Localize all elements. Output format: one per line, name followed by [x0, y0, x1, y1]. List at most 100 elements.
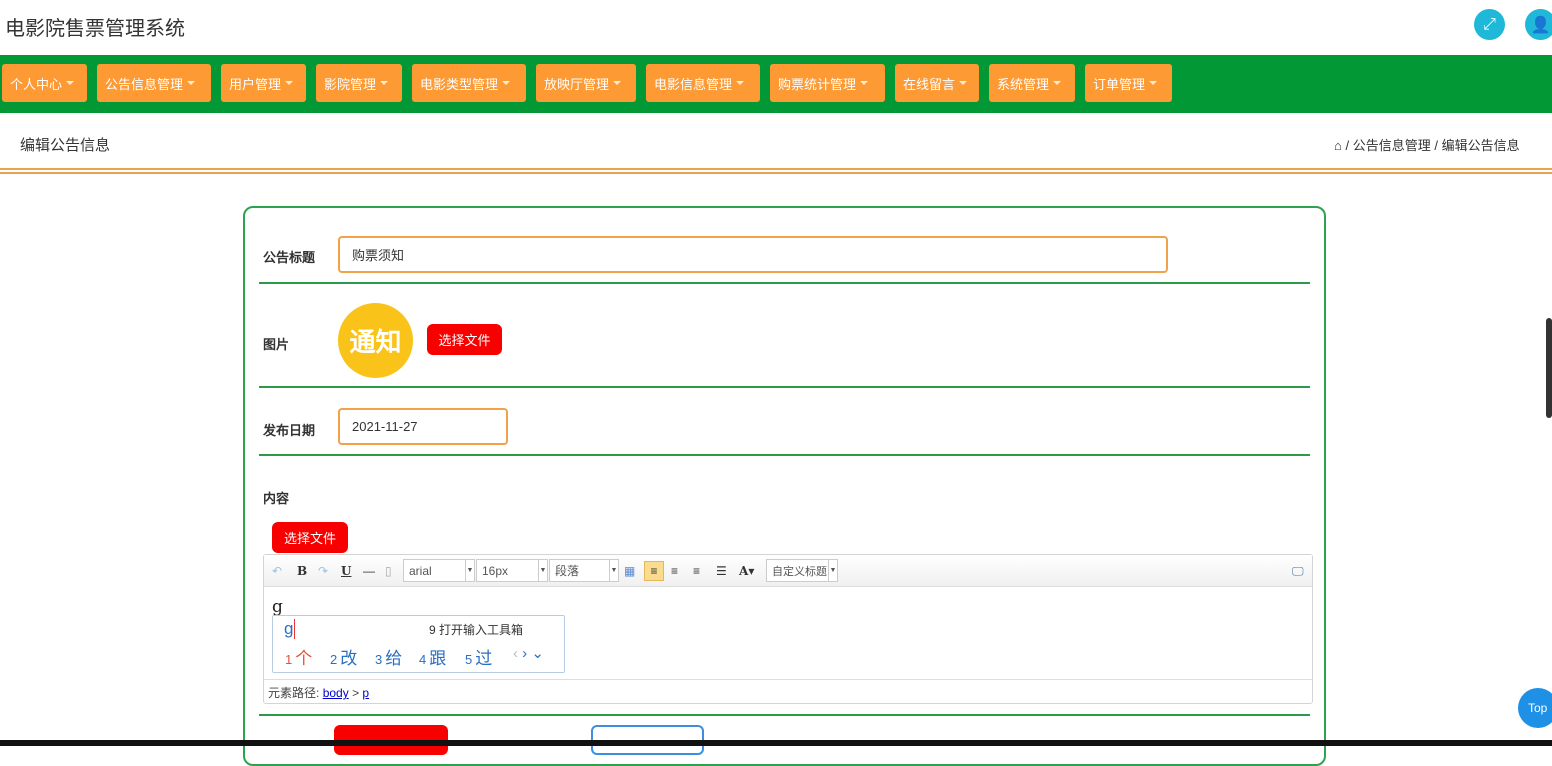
choose-image-button[interactable]: 选择文件	[427, 324, 502, 355]
page-title: 编辑公告信息	[20, 137, 111, 154]
user-icon[interactable]: 👤	[1525, 9, 1552, 40]
divider	[259, 454, 1310, 456]
caret-down-icon	[380, 81, 389, 85]
nav-movie-type-management[interactable]: 电影类型管理	[412, 64, 526, 102]
breadcrumb-item: 编辑公告信息	[1441, 138, 1520, 153]
undo-icon[interactable]: ↶	[272, 561, 282, 581]
caret-down-icon	[1053, 81, 1062, 85]
nav-personal-center[interactable]: 个人中心	[2, 64, 87, 102]
nav-label: 购票统计管理	[778, 76, 857, 92]
align-justify-icon[interactable]: ☰	[716, 561, 727, 581]
page-icon[interactable]: ▯	[385, 561, 392, 581]
nav-label: 在线留言	[903, 76, 956, 92]
dropdown-arrow-icon: ▼	[465, 560, 474, 581]
bold-button[interactable]: B	[297, 561, 307, 581]
nav-user-management[interactable]: 用户管理	[221, 64, 306, 102]
editor-content[interactable]: g	[272, 597, 283, 617]
nav-movie-info-management[interactable]: 电影信息管理	[646, 64, 760, 102]
nav-hall-management[interactable]: 放映厅管理	[536, 64, 636, 102]
align-right-icon[interactable]: ≡	[671, 561, 678, 581]
path-separator: >	[352, 686, 360, 700]
title-label: 公告标题	[263, 250, 316, 265]
font-family-value: arial	[409, 563, 432, 578]
editor-toolbar: ↶ B ↷ U — ▯ arial ▼ 16px ▼ 段落 ▼ ▦ ≡ ≡ ≡ ☰ A…	[264, 555, 1312, 587]
ime-toolbox-link[interactable]: 9 打开输入工具箱	[429, 621, 523, 638]
candidate-number: 4	[419, 652, 427, 667]
nav-notice-management[interactable]: 公告信息管理	[97, 64, 211, 102]
path-p-link[interactable]: p	[362, 686, 369, 700]
divider	[259, 282, 1310, 284]
ime-candidate[interactable]: 2改	[330, 644, 357, 669]
nav-label: 公告信息管理	[105, 76, 184, 92]
candidate-number: 2	[330, 652, 338, 667]
custom-title-select[interactable]: 自定义标题 ▼	[766, 559, 838, 582]
nav-label: 放映厅管理	[544, 76, 610, 92]
caret-down-icon	[613, 81, 622, 85]
nav-system-management[interactable]: 系统管理	[989, 64, 1075, 102]
paragraph-select[interactable]: 段落 ▼	[549, 559, 619, 582]
path-body-link[interactable]: body	[323, 686, 349, 700]
dropdown-arrow-icon: ▼	[609, 560, 618, 581]
ime-candidate[interactable]: 4跟	[419, 644, 446, 669]
align-center-icon[interactable]: ≡	[693, 561, 700, 581]
ime-page-arrows-icon[interactable]: ‹ › ⌄	[513, 644, 544, 662]
candidate-char: 个	[295, 649, 313, 668]
date-label: 发布日期	[263, 423, 316, 438]
candidate-char: 给	[385, 649, 403, 668]
caret-down-icon	[187, 81, 196, 85]
nav-label: 电影信息管理	[654, 76, 733, 92]
ime-candidate[interactable]: 5过	[465, 644, 492, 669]
align-left-icon[interactable]: ≡	[644, 561, 664, 581]
candidate-char: 过	[475, 649, 493, 668]
breadcrumb-separator: /	[1434, 138, 1438, 153]
underline-button[interactable]: U	[341, 561, 351, 581]
main-nav: 个人中心 公告信息管理 用户管理 影院管理 电影类型管理 放映厅管理 电影信息管…	[0, 55, 1552, 113]
caret-down-icon	[1149, 81, 1158, 85]
candidate-char: 跟	[429, 649, 447, 668]
font-size-select[interactable]: 16px ▼	[476, 559, 548, 582]
preview-icon[interactable]: 🖵	[1292, 561, 1304, 581]
back-to-top-button[interactable]: Top	[1518, 688, 1552, 728]
divider	[259, 714, 1310, 716]
breadcrumb-item[interactable]: 公告信息管理	[1353, 138, 1431, 153]
font-color-button[interactable]: A ▾	[739, 561, 754, 581]
dropdown-arrow-icon: ▼	[538, 560, 547, 581]
nav-ticket-stats-management[interactable]: 购票统计管理	[770, 64, 885, 102]
font-size-value: 16px	[482, 563, 509, 578]
header: 电影院售票管理系统 ⤢ 👤	[0, 0, 1552, 55]
title-input[interactable]: 购票须知	[338, 236, 1168, 273]
image-label: 图片	[263, 337, 290, 352]
nav-online-message[interactable]: 在线留言	[895, 64, 979, 102]
nav-cinema-management[interactable]: 影院管理	[316, 64, 402, 102]
ime-candidate[interactable]: 3给	[375, 644, 402, 669]
redo-icon[interactable]: ↷	[318, 561, 328, 581]
ime-input: g	[284, 619, 296, 639]
custom-title-value: 自定义标题	[772, 565, 827, 578]
element-path: 元素路径: body > p	[264, 679, 1312, 703]
expand-icon[interactable]: ⤢	[1474, 9, 1505, 40]
font-family-select[interactable]: arial ▼	[403, 559, 475, 582]
table-icon[interactable]: ▦	[624, 561, 635, 581]
caret-down-icon	[66, 81, 75, 85]
candidate-number: 5	[465, 652, 473, 667]
nav-label: 影院管理	[324, 76, 377, 92]
candidate-char: 改	[340, 649, 358, 668]
paragraph-value: 段落	[555, 564, 580, 578]
scrollbar[interactable]	[1546, 318, 1552, 418]
nav-label: 订单管理	[1093, 76, 1146, 92]
choose-content-file-button[interactable]: 选择文件	[272, 522, 348, 553]
path-label: 元素路径:	[268, 686, 320, 700]
nav-order-management[interactable]: 订单管理	[1085, 64, 1172, 102]
horizontal-rule-icon[interactable]: —	[363, 561, 375, 581]
nav-label: 用户管理	[229, 76, 282, 92]
ime-candidate[interactable]: 1个	[285, 644, 312, 669]
caret-down-icon	[860, 81, 869, 85]
breadcrumb: ⌂ / 公告信息管理 / 编辑公告信息	[1334, 135, 1520, 154]
caret-down-icon	[959, 81, 968, 85]
divider	[0, 168, 1552, 170]
candidate-number: 3	[375, 652, 383, 667]
nav-label: 个人中心	[10, 76, 63, 92]
font-color-label: A	[739, 564, 749, 578]
date-input[interactable]: 2021-11-27	[338, 408, 508, 445]
home-icon[interactable]: ⌂	[1334, 138, 1342, 153]
